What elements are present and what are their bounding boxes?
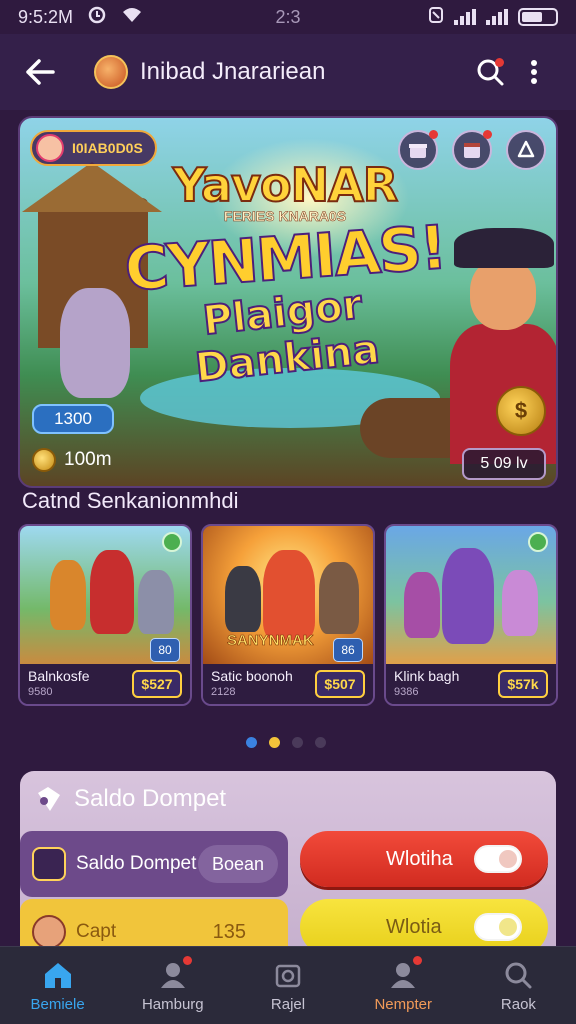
- wallet-title: Saldo Dompet: [74, 785, 227, 812]
- coin-counter-value: 1300: [54, 409, 92, 428]
- nav-item-home[interactable]: Bemiele: [0, 947, 115, 1024]
- toggle-switch[interactable]: [474, 845, 522, 873]
- wallet-balance-label: Saldo Dompet: [76, 853, 197, 874]
- wallet-balance-pill[interactable]: Boean: [197, 845, 278, 883]
- search-icon: [501, 958, 535, 992]
- trophy-icon: [517, 140, 535, 158]
- nav-item-rajel[interactable]: Rajel: [230, 947, 345, 1024]
- wallet-capt-label: Capt: [76, 921, 117, 942]
- search-button[interactable]: [468, 50, 512, 94]
- pager-dot[interactable]: [315, 737, 326, 748]
- app-bar: Inibad Jnarariean: [0, 34, 576, 110]
- nav-label: Raok: [500, 996, 536, 1013]
- red-toggle-button[interactable]: Wlotiha: [300, 831, 548, 887]
- hero-price-label: 5 09 lv: [480, 455, 528, 472]
- nav-label: Hamburg: [141, 996, 204, 1013]
- calendar-button[interactable]: [452, 130, 492, 170]
- toggle-switch[interactable]: [474, 913, 522, 941]
- wallet-icon: [38, 787, 60, 811]
- card-price: $507: [324, 676, 356, 692]
- game-cards: 80 Balnkosfe 9580 $527 SANYNMAK 86 Satic…: [18, 524, 558, 706]
- capt-avatar-icon: [32, 915, 66, 949]
- nav-item-nempter[interactable]: Nempter: [346, 947, 461, 1024]
- coin-action-button[interactable]: $: [496, 386, 546, 436]
- player-chip-text: I0IAB0D0S: [72, 140, 143, 156]
- more-vertical-icon: [531, 60, 537, 84]
- signal-icon-2: [486, 9, 508, 25]
- nav-item-raok[interactable]: Raok: [461, 947, 576, 1024]
- hero-price-button[interactable]: 5 09 lv: [462, 448, 546, 480]
- gift-icon: [409, 144, 427, 158]
- status-bar: 9:5:2M 2:3: [0, 0, 576, 34]
- status-time: 9:5:2M: [18, 6, 74, 27]
- wallet-balance-icon: [32, 847, 66, 881]
- sync-icon: [87, 5, 107, 30]
- pager-dot[interactable]: [292, 737, 303, 748]
- section-title: Catnd Senkanionmhdi: [22, 488, 239, 513]
- avatar: [36, 134, 64, 162]
- currency-icon: $: [514, 398, 528, 423]
- arrow-left-icon: [26, 59, 55, 85]
- nav-label: Rajel: [270, 996, 306, 1013]
- yellow-button-label: Wlotia: [386, 915, 442, 938]
- card-tag-icon: [162, 532, 182, 552]
- page-title: Inibad Jnarariean: [140, 58, 326, 85]
- status-center-text: 2:3: [275, 6, 301, 27]
- calendar-icon: [464, 143, 480, 158]
- user-icon: [156, 956, 192, 992]
- card-banner: SANYNMAK: [227, 632, 314, 650]
- card-price: $57k: [507, 676, 539, 692]
- notification-badge: [495, 58, 504, 67]
- trophy-button[interactable]: [506, 130, 546, 170]
- timer-value: 100m: [64, 449, 112, 470]
- bottom-nav: Bemiele Hamburg Rajel Nempter Raok: [0, 946, 576, 1024]
- card-tag-icon: [528, 532, 548, 552]
- wallet-panel: Saldo Dompet Saldo Dompet Boean Capt 135…: [20, 771, 556, 961]
- game-card[interactable]: 80 Balnkosfe 9580 $527: [18, 524, 192, 706]
- more-options-button[interactable]: [512, 50, 556, 94]
- timer: 100m: [32, 448, 112, 472]
- card-price-button[interactable]: $57k: [498, 670, 548, 698]
- player-chip[interactable]: I0IAB0D0S: [30, 130, 157, 166]
- nav-label: Nempter: [374, 996, 432, 1013]
- wallet-capt-value: 135: [212, 920, 246, 943]
- silent-icon: [428, 6, 444, 29]
- profile-icon: [386, 956, 423, 992]
- game-card[interactable]: Klink bagh 9386 $57k: [384, 524, 558, 706]
- coin-icon: [32, 448, 56, 472]
- card-level-badge: 86: [333, 638, 363, 662]
- gift-button[interactable]: [398, 130, 438, 170]
- back-button[interactable]: [20, 52, 60, 92]
- pager-dot[interactable]: [269, 737, 280, 748]
- card-level-badge: 80: [150, 638, 180, 662]
- coin-counter: 1300: [32, 404, 114, 434]
- app-logo: [94, 55, 128, 89]
- nav-item-hamburg[interactable]: Hamburg: [115, 947, 230, 1024]
- card-price: $527: [141, 676, 173, 692]
- hero-title: YavoNAR FERIES KNARA0S CYNMIAS! Plaigor …: [120, 157, 450, 392]
- red-button-label: Wlotiha: [386, 847, 453, 870]
- card-price-button[interactable]: $527: [132, 670, 182, 698]
- wallet-balance-row[interactable]: Saldo Dompet Boean: [20, 831, 288, 897]
- home-icon: [41, 958, 75, 992]
- wifi-icon: [121, 6, 143, 29]
- nav-label: Bemiele: [30, 996, 85, 1013]
- battery-icon: [518, 8, 558, 26]
- carousel-pager: [246, 737, 326, 748]
- hero-banner[interactable]: YavoNAR FERIES KNARA0S CYNMIAS! Plaigor …: [18, 116, 558, 488]
- signal-icon: [454, 9, 476, 25]
- game-card[interactable]: SANYNMAK 86 Satic boonoh 2128 $507: [201, 524, 375, 706]
- camera-icon: [271, 958, 305, 992]
- card-price-button[interactable]: $507: [315, 670, 365, 698]
- pager-dot[interactable]: [246, 737, 257, 748]
